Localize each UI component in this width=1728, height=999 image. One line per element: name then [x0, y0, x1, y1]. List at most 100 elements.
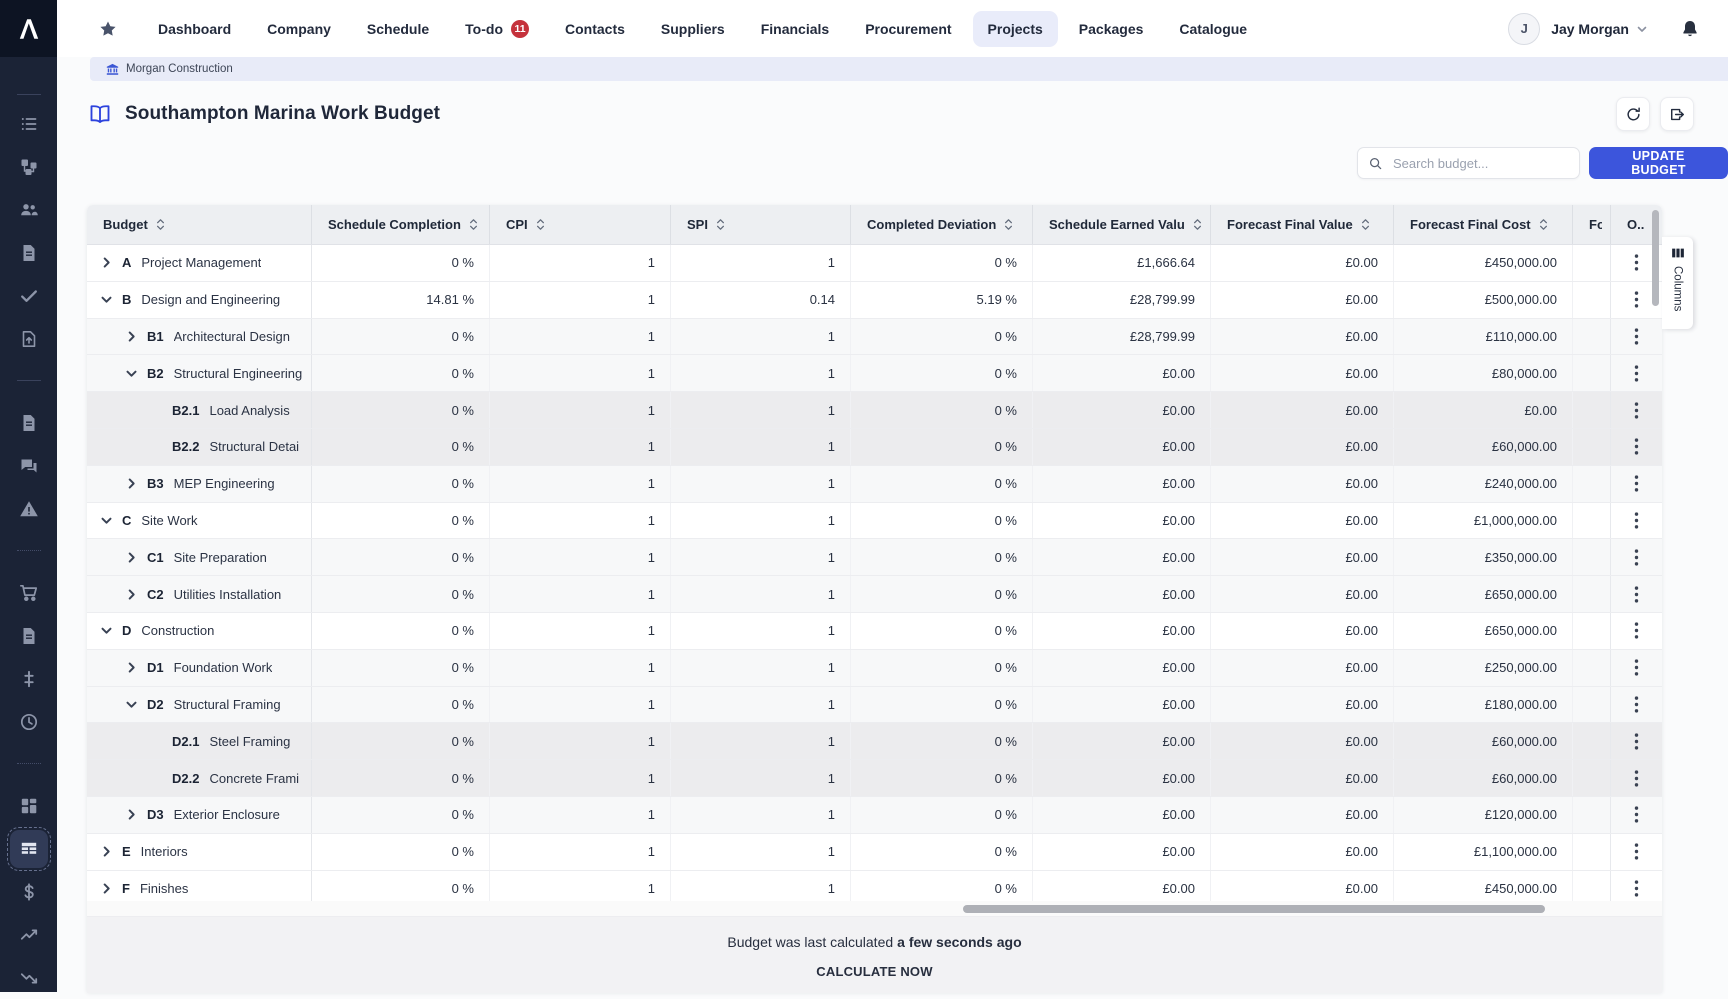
kebab-menu-icon[interactable] — [1634, 402, 1639, 419]
app-logo[interactable] — [0, 0, 57, 57]
columns-panel-toggle[interactable]: Columns — [1662, 237, 1693, 329]
cell-schedule-completion: 0 % — [311, 355, 489, 391]
collapse-icon[interactable] — [100, 513, 122, 527]
kebab-menu-icon[interactable] — [1634, 770, 1639, 787]
expand-icon[interactable] — [100, 845, 122, 859]
export-icon — [1669, 106, 1686, 123]
column-header-cpi[interactable]: CPI — [489, 205, 670, 244]
horizontal-scrollbar[interactable] — [963, 905, 1545, 913]
cell-schedule-completion: 0 % — [311, 723, 489, 759]
dollar-icon — [19, 882, 39, 902]
kebab-menu-icon[interactable] — [1634, 843, 1639, 860]
collapse-icon[interactable] — [125, 697, 147, 711]
column-header-forecast-final-value[interactable]: Forecast Final Value — [1210, 205, 1393, 244]
expand-icon[interactable] — [125, 587, 147, 601]
collapse-icon[interactable] — [125, 366, 147, 380]
nav-item-contacts[interactable]: Contacts — [550, 11, 640, 47]
sort-icon — [1004, 218, 1013, 231]
search-input[interactable] — [1391, 155, 1569, 172]
cell-spi: 1 — [670, 355, 850, 391]
favorite-star-icon[interactable] — [99, 20, 117, 38]
column-header-schedule-earned-value[interactable]: Schedule Earned Value — [1032, 205, 1210, 244]
cell-spi: 0.14 — [670, 282, 850, 318]
cell-clipped — [1572, 650, 1610, 686]
kebab-menu-icon[interactable] — [1634, 806, 1639, 823]
sidebar-item-cart[interactable] — [10, 574, 48, 612]
kebab-menu-icon[interactable] — [1634, 291, 1639, 308]
nav-item-to-do[interactable]: To-do11 — [450, 10, 544, 48]
vertical-scrollbar[interactable] — [1652, 210, 1659, 306]
breadcrumb[interactable]: Morgan Construction — [90, 57, 1728, 81]
table-row-c1: C1Site Preparation0 %110 %£0.00£0.00£350… — [87, 539, 1662, 576]
nav-item-projects[interactable]: Projects — [973, 11, 1058, 47]
kebab-menu-icon[interactable] — [1634, 475, 1639, 492]
expand-icon[interactable] — [100, 881, 122, 895]
kebab-menu-icon[interactable] — [1634, 512, 1639, 529]
collapse-icon[interactable] — [100, 293, 122, 307]
cell-schedule-earned-value: £0.00 — [1032, 429, 1210, 465]
kebab-menu-icon[interactable] — [1634, 365, 1639, 382]
budget-cell: B2.2Structural Detai — [87, 429, 311, 465]
sidebar-item-hierarchy[interactable] — [10, 148, 48, 186]
cell-schedule-completion: 0 % — [311, 392, 489, 428]
sidebar-item-document[interactable] — [10, 617, 48, 655]
kebab-menu-icon[interactable] — [1634, 328, 1639, 345]
kebab-menu-icon[interactable] — [1634, 659, 1639, 676]
kebab-menu-icon[interactable] — [1634, 696, 1639, 713]
expand-icon[interactable] — [125, 477, 147, 491]
expand-icon[interactable] — [125, 808, 147, 822]
column-header-schedule-completion[interactable]: Schedule Completion — [311, 205, 489, 244]
nav-item-packages[interactable]: Packages — [1064, 11, 1159, 47]
cell-forecast-final-cost: £60,000.00 — [1393, 723, 1572, 759]
kebab-menu-icon[interactable] — [1634, 549, 1639, 566]
sidebar-item-document[interactable] — [10, 404, 48, 442]
nav-item-schedule[interactable]: Schedule — [352, 11, 444, 47]
horizontal-scrollbar-track — [87, 901, 1662, 917]
sidebar-item-warning[interactable] — [10, 490, 48, 528]
sidebar-item-chat[interactable] — [10, 447, 48, 485]
calculate-now-button[interactable]: CALCULATE NOW — [810, 963, 938, 980]
expand-icon[interactable] — [125, 550, 147, 564]
column-header-spi[interactable]: SPI — [670, 205, 850, 244]
sidebar-item-document[interactable] — [10, 234, 48, 272]
nav-item-company[interactable]: Company — [252, 11, 346, 47]
kebab-menu-icon[interactable] — [1634, 622, 1639, 639]
expand-icon[interactable] — [125, 661, 147, 675]
column-header-budget[interactable]: Budget — [87, 205, 311, 244]
notifications-button[interactable] — [1680, 19, 1700, 39]
user-menu[interactable]: J Jay Morgan — [1508, 13, 1648, 45]
column-header-completed-deviation[interactable]: Completed Deviation — [850, 205, 1032, 244]
kebab-menu-icon[interactable] — [1634, 733, 1639, 750]
sidebar-item-list[interactable] — [10, 105, 48, 143]
sidebar-item-table[interactable] — [10, 830, 48, 868]
sidebar-item-trend-up[interactable] — [10, 916, 48, 954]
update-budget-button[interactable]: UPDATE BUDGET — [1589, 147, 1728, 179]
sidebar-item-clock[interactable] — [10, 703, 48, 741]
sidebar-item-trend-down[interactable] — [10, 959, 48, 997]
budget-cell: CSite Work — [87, 503, 311, 539]
sidebar-item-people[interactable] — [10, 191, 48, 229]
collapse-icon[interactable] — [100, 624, 122, 638]
kebab-menu-icon[interactable] — [1634, 438, 1639, 455]
nav-item-label: To-do — [465, 21, 503, 37]
nav-item-dashboard[interactable]: Dashboard — [143, 11, 246, 47]
sidebar-item-file-upload[interactable] — [10, 320, 48, 358]
nav-item-catalogue[interactable]: Catalogue — [1164, 11, 1262, 47]
column-header-forecast-final-cost[interactable]: Forecast Final Cost — [1393, 205, 1572, 244]
nav-item-procurement[interactable]: Procurement — [850, 11, 966, 47]
expand-icon[interactable] — [100, 256, 122, 270]
sidebar-item-grid[interactable] — [10, 787, 48, 825]
expand-icon[interactable] — [125, 329, 147, 343]
sidebar-item-check[interactable] — [10, 277, 48, 315]
sidebar-item-tune[interactable] — [10, 660, 48, 698]
nav-item-label: Procurement — [865, 21, 951, 37]
refresh-button[interactable] — [1616, 97, 1650, 131]
nav-item-suppliers[interactable]: Suppliers — [646, 11, 740, 47]
kebab-menu-icon[interactable] — [1634, 254, 1639, 271]
kebab-menu-icon[interactable] — [1634, 880, 1639, 897]
kebab-menu-icon[interactable] — [1634, 586, 1639, 603]
export-button[interactable] — [1660, 97, 1694, 131]
cell-cpi: 1 — [489, 576, 670, 612]
nav-item-financials[interactable]: Financials — [746, 11, 844, 47]
sidebar-item-dollar[interactable] — [10, 873, 48, 911]
